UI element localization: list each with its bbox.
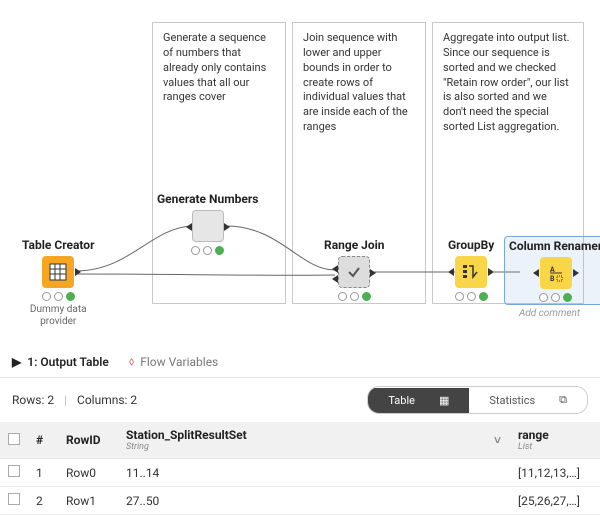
cell-rowid: Row1 — [58, 487, 118, 515]
rename-icon: AB — [540, 257, 572, 289]
cols-count: Columns: 2 — [77, 393, 137, 407]
table-header-row: # RowID Station_SplitResultSet String ˅ … — [0, 422, 600, 459]
table-row[interactable]: 1 Row0 11..14 [11,12,13,…] — [0, 459, 600, 487]
play-icon: ▶ — [12, 355, 21, 369]
col-rowid[interactable]: RowID — [58, 422, 118, 459]
tab-flow-variables[interactable]: ⬨ Flow Variables — [129, 354, 218, 369]
node-label: GroupBy — [448, 238, 494, 252]
node-label: Column Renamer — [509, 239, 600, 253]
node-label: Table Creator — [22, 238, 94, 252]
table-row[interactable]: 2 Row1 27..50 [25,26,27,…] — [0, 487, 600, 515]
node-column-renamer[interactable]: Column Renamer AB — [504, 236, 600, 305]
node-ports — [338, 292, 371, 301]
row-checkbox[interactable] — [8, 493, 20, 505]
cell-range: [11,12,13,…] — [510, 459, 600, 487]
view-toggle[interactable]: Table ▦ Statistics ⧉ — [367, 386, 588, 414]
node-label: Generate Numbers — [157, 192, 258, 206]
table-meta: Rows: 2 | Columns: 2 Table ▦ Statistics … — [0, 378, 600, 422]
col-range[interactable]: range List — [510, 422, 600, 459]
node-label: Range Join — [324, 238, 385, 252]
node-range-join[interactable]: Range Join — [324, 238, 385, 301]
toggle-table[interactable]: Table ▦ — [368, 388, 469, 413]
workflow-canvas[interactable]: Generate a sequence of numbers that alre… — [0, 0, 600, 346]
row-checkbox[interactable] — [8, 465, 20, 477]
cell-station: 27..50 — [118, 487, 486, 515]
rows-count: Rows: 2 — [12, 393, 54, 407]
generate-icon — [192, 210, 224, 242]
node-ports — [455, 292, 488, 301]
tab-label: Flow Variables — [140, 355, 218, 369]
table-icon — [42, 256, 74, 288]
range-join-icon — [338, 256, 370, 288]
groupby-icon — [455, 256, 487, 288]
add-comment-hint[interactable]: Add comment — [504, 308, 580, 319]
cell-num: 1 — [28, 459, 58, 487]
col-num[interactable]: # — [28, 422, 58, 459]
annotation-1: Generate a sequence of numbers that alre… — [152, 22, 286, 304]
flow-icon: ⬨ — [129, 354, 134, 369]
cell-rowid: Row0 — [58, 459, 118, 487]
node-generate-numbers[interactable]: Generate Numbers — [157, 192, 258, 255]
node-table-creator[interactable]: Table Creator Dummy data provider — [22, 238, 94, 328]
chevron-down-icon[interactable]: ˅ — [486, 422, 510, 459]
tab-label: 1: Output Table — [27, 355, 109, 369]
svg-text:B: B — [550, 275, 555, 282]
grid-icon: ▦ — [429, 391, 459, 410]
cell-range: [25,26,27,…] — [510, 487, 600, 515]
tab-output-table[interactable]: ▶ 1: Output Table — [12, 355, 109, 369]
checkbox-all[interactable] — [8, 433, 20, 445]
node-caption: Dummy data provider — [30, 304, 87, 328]
copy-icon: ⧉ — [549, 390, 577, 410]
cell-num: 2 — [28, 487, 58, 515]
cell-station: 11..14 — [118, 459, 486, 487]
node-ports — [539, 293, 572, 302]
node-ports — [42, 292, 75, 301]
col-station[interactable]: Station_SplitResultSet String — [118, 422, 486, 459]
output-table: # RowID Station_SplitResultSet String ˅ … — [0, 422, 600, 515]
output-tabs: ▶ 1: Output Table ⬨ Flow Variables — [0, 346, 600, 378]
node-ports — [191, 246, 224, 255]
node-groupby[interactable]: GroupBy — [448, 238, 494, 301]
toggle-statistics[interactable]: Statistics ⧉ — [469, 387, 587, 413]
